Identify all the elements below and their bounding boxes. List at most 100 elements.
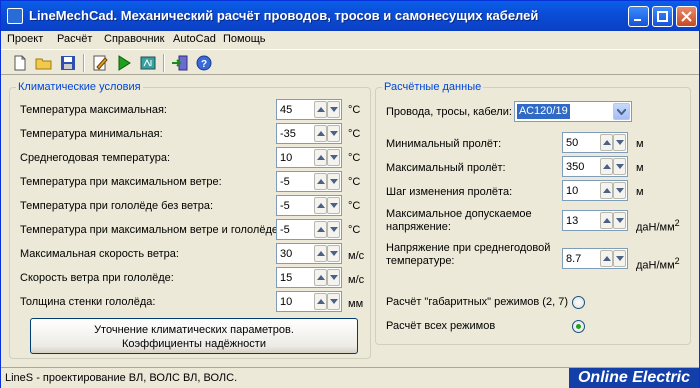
min-span-stepper[interactable] (562, 132, 628, 153)
temp-max-stepper[interactable] (276, 99, 342, 120)
open-button[interactable] (35, 54, 53, 72)
unit-label: °C (348, 224, 361, 236)
radio-all-label[interactable]: Расчёт всех режимов (386, 320, 495, 332)
spin-down-button[interactable] (327, 245, 340, 262)
arrow-up-icon (317, 131, 325, 136)
spin-up-button[interactable] (314, 293, 327, 310)
exit-icon (172, 55, 188, 71)
radio-gabarit[interactable] (572, 296, 585, 309)
spin-down-button[interactable] (327, 173, 340, 190)
spin-down-button[interactable] (613, 250, 626, 267)
spin-up-button[interactable] (600, 134, 613, 151)
max-stress-label-line2: напряжение: (386, 221, 451, 233)
spin-up-button[interactable] (600, 158, 613, 175)
spin-down-button[interactable] (327, 221, 340, 238)
title-bar[interactable]: LineMechCad. Механический расчёт проводо… (1, 1, 699, 31)
menu-help[interactable]: Помощь (223, 33, 266, 45)
temp-ice-input[interactable] (277, 196, 315, 215)
temp-wind-ice-stepper[interactable] (276, 219, 342, 240)
arrow-down-icon (330, 203, 338, 208)
temp-avg-input[interactable] (277, 148, 315, 167)
spin-down-button[interactable] (613, 134, 626, 151)
run-button[interactable] (115, 54, 133, 72)
new-file-button[interactable] (11, 54, 29, 72)
help-button[interactable]: ? (195, 54, 213, 72)
menu-project[interactable]: Проект (7, 33, 43, 45)
ice-thickness-stepper[interactable] (276, 291, 342, 312)
spin-up-button[interactable] (314, 221, 327, 238)
unit-label: м/с (348, 250, 365, 262)
spin-up-button[interactable] (600, 250, 613, 267)
temp-min-input[interactable] (277, 124, 315, 143)
radio-all[interactable] (572, 320, 585, 333)
temp-avg-stepper[interactable] (276, 147, 342, 168)
max-stress-stepper[interactable] (562, 210, 628, 231)
spin-up-button[interactable] (600, 212, 613, 229)
temp-wind-ice-input[interactable] (277, 220, 315, 239)
max-span-stepper[interactable] (562, 156, 628, 177)
spin-down-button[interactable] (613, 212, 626, 229)
menu-autocad[interactable]: AutoCad (173, 33, 216, 45)
stress-unit-label: даН/мм2 (636, 218, 680, 234)
app-icon (7, 8, 23, 24)
menu-calc[interactable]: Расчёт (57, 33, 92, 45)
edit-button[interactable] (91, 54, 109, 72)
step-input[interactable] (563, 181, 601, 200)
temp-ice-stepper[interactable] (276, 195, 342, 216)
temp-min-stepper[interactable] (276, 123, 342, 144)
min-span-input[interactable] (563, 133, 601, 152)
export-button[interactable] (139, 54, 157, 72)
spin-up-button[interactable] (314, 101, 327, 118)
spin-up-button[interactable] (314, 125, 327, 142)
refine-climate-button[interactable]: Уточнение климатических параметров. Коэф… (30, 318, 358, 354)
step-label: Шаг изменения пролёта: (386, 186, 513, 198)
max-span-input[interactable] (563, 157, 601, 176)
spin-up-button[interactable] (314, 197, 327, 214)
toolbar-separator (163, 54, 165, 72)
unit-label: °C (348, 152, 361, 164)
wind-ice-input[interactable] (277, 268, 315, 287)
wind-max-input[interactable] (277, 244, 315, 263)
temp-max-wind-input[interactable] (277, 172, 315, 191)
arrow-up-icon (603, 218, 611, 223)
export-icon (140, 56, 156, 70)
avg-stress-stepper[interactable] (562, 248, 628, 269)
close-button[interactable] (676, 6, 697, 27)
minimize-button[interactable] (628, 6, 649, 27)
ice-thickness-input[interactable] (277, 292, 315, 311)
spin-down-button[interactable] (613, 182, 626, 199)
spin-up-button[interactable] (314, 245, 327, 262)
wind-max-stepper[interactable] (276, 243, 342, 264)
arrow-up-icon (603, 140, 611, 145)
maximize-icon (657, 11, 668, 22)
spin-down-button[interactable] (327, 149, 340, 166)
wire-select[interactable]: АС120/19 (514, 101, 632, 122)
step-stepper[interactable] (562, 180, 628, 201)
temp-max-input[interactable] (277, 100, 315, 119)
wire-select-value: АС120/19 (517, 104, 570, 119)
spin-down-button[interactable] (613, 158, 626, 175)
spin-down-button[interactable] (327, 269, 340, 286)
spin-down-button[interactable] (327, 293, 340, 310)
radio-gabarit-label[interactable]: Расчёт "габаритных" режимов (2, 7) (386, 296, 568, 308)
save-button[interactable] (59, 54, 77, 72)
maximize-button[interactable] (652, 6, 673, 27)
wind-ice-stepper[interactable] (276, 267, 342, 288)
menu-reference[interactable]: Справочник (104, 33, 165, 45)
spin-down-button[interactable] (327, 197, 340, 214)
temp-max-wind-stepper[interactable] (276, 171, 342, 192)
unit-label: м (636, 186, 644, 198)
spin-up-button[interactable] (314, 269, 327, 286)
temp-max-wind-label: Температура при максимальном ветре: (20, 176, 222, 188)
combo-dropdown-button[interactable] (613, 103, 630, 120)
spin-down-button[interactable] (327, 101, 340, 118)
exit-button[interactable] (171, 54, 189, 72)
spin-up-button[interactable] (600, 182, 613, 199)
max-stress-input[interactable] (563, 211, 601, 230)
arrow-down-icon (330, 179, 338, 184)
spin-down-button[interactable] (327, 125, 340, 142)
spin-up-button[interactable] (314, 173, 327, 190)
climate-group: Климатические условия Температура максим… (9, 81, 371, 359)
spin-up-button[interactable] (314, 149, 327, 166)
avg-stress-input[interactable] (563, 249, 601, 268)
